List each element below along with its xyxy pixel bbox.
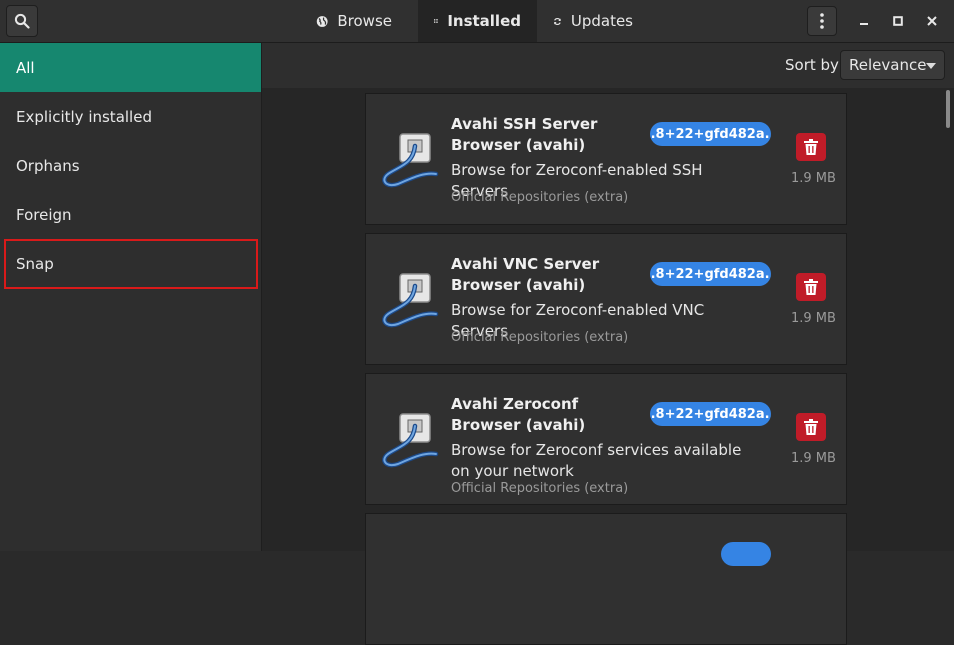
tab-updates[interactable]: Updates (537, 0, 649, 42)
tab-label: Updates (570, 12, 633, 30)
tab-installed[interactable]: Installed (418, 0, 537, 42)
sidebar-item-explicitly-installed[interactable]: Explicitly installed (0, 92, 261, 141)
search-button[interactable] (6, 5, 38, 37)
trash-icon (804, 419, 818, 435)
remove-button[interactable] (796, 413, 826, 441)
trash-icon (804, 279, 818, 295)
network-cable-icon (382, 273, 439, 328)
minimize-icon (860, 23, 868, 25)
package-repository: Official Repositories (extra) (451, 190, 629, 205)
sidebar-item-all[interactable]: All (0, 43, 261, 92)
package-size: 1.9 MB (791, 171, 836, 186)
kebab-menu-icon (820, 13, 824, 29)
version-badge: 0.8+22+gfd482a... (650, 262, 771, 286)
sidebar-item-label: Orphans (16, 156, 80, 175)
tab-label: Browse (337, 12, 392, 30)
version-badge: 0.8+22+gfd482a... (650, 402, 771, 426)
sidebar-item-label: Snap (16, 254, 54, 273)
sidebar-item-orphans[interactable]: Orphans (0, 141, 261, 190)
package-card[interactable]: Avahi VNC Server Browser (avahi) 0.8+22+… (365, 233, 847, 365)
sidebar-item-snap[interactable]: Snap (0, 239, 261, 288)
trash-icon (804, 139, 818, 155)
sort-dropdown[interactable]: Relevance (840, 50, 945, 80)
tab-browse[interactable]: Browse (300, 0, 408, 42)
package-card[interactable]: Avahi SSH Server Browser (avahi) 0.8+22+… (365, 93, 847, 225)
sort-bar: Sort by Relevance (262, 43, 954, 88)
scrollbar[interactable] (946, 90, 950, 128)
tab-label: Installed (447, 12, 521, 30)
remove-button[interactable] (796, 133, 826, 161)
remove-button[interactable] (796, 273, 826, 301)
list-icon (434, 19, 439, 23)
globe-icon (316, 15, 328, 27)
maximize-button[interactable] (887, 10, 909, 32)
chevron-down-icon (926, 63, 936, 69)
package-name: Avahi SSH Server Browser (avahi) (451, 115, 598, 154)
header-bar: Browse Installed Updates (0, 0, 954, 43)
close-button[interactable] (921, 10, 943, 32)
sidebar: All Explicitly installed Orphans Foreign… (0, 43, 262, 551)
close-icon (927, 16, 937, 26)
package-repository: Official Repositories (extra) (451, 481, 629, 496)
sidebar-item-label: All (16, 58, 35, 77)
package-description: Browse for Zeroconf services available o… (451, 441, 742, 480)
refresh-icon (554, 17, 561, 25)
sort-value: Relevance (849, 56, 927, 74)
sidebar-item-label: Explicitly installed (16, 107, 152, 126)
package-name: Avahi Zeroconf Browser (avahi) (451, 395, 586, 434)
package-card[interactable]: Avahi Zeroconf Browser (avahi) 0.8+22+gf… (365, 373, 847, 505)
sort-label: Sort by (785, 56, 839, 74)
minimize-button[interactable] (853, 10, 875, 32)
package-name: Avahi VNC Server Browser (avahi) (451, 255, 600, 294)
package-repository: Official Repositories (extra) (451, 330, 629, 345)
network-cable-icon (382, 413, 439, 468)
search-icon (14, 13, 30, 29)
version-badge: 0.8+22+gfd482a... (650, 122, 771, 146)
sidebar-item-foreign[interactable]: Foreign (0, 190, 261, 239)
package-size: 1.9 MB (791, 451, 836, 466)
package-size: 1.9 MB (791, 311, 836, 326)
package-list-area: Sort by Relevance Avahi SSH Server Brows… (262, 43, 954, 645)
menu-button[interactable] (807, 6, 837, 36)
sidebar-item-label: Foreign (16, 205, 72, 224)
package-card[interactable] (365, 513, 847, 645)
maximize-icon (893, 16, 903, 26)
network-cable-icon (382, 133, 439, 188)
version-badge (721, 542, 771, 566)
